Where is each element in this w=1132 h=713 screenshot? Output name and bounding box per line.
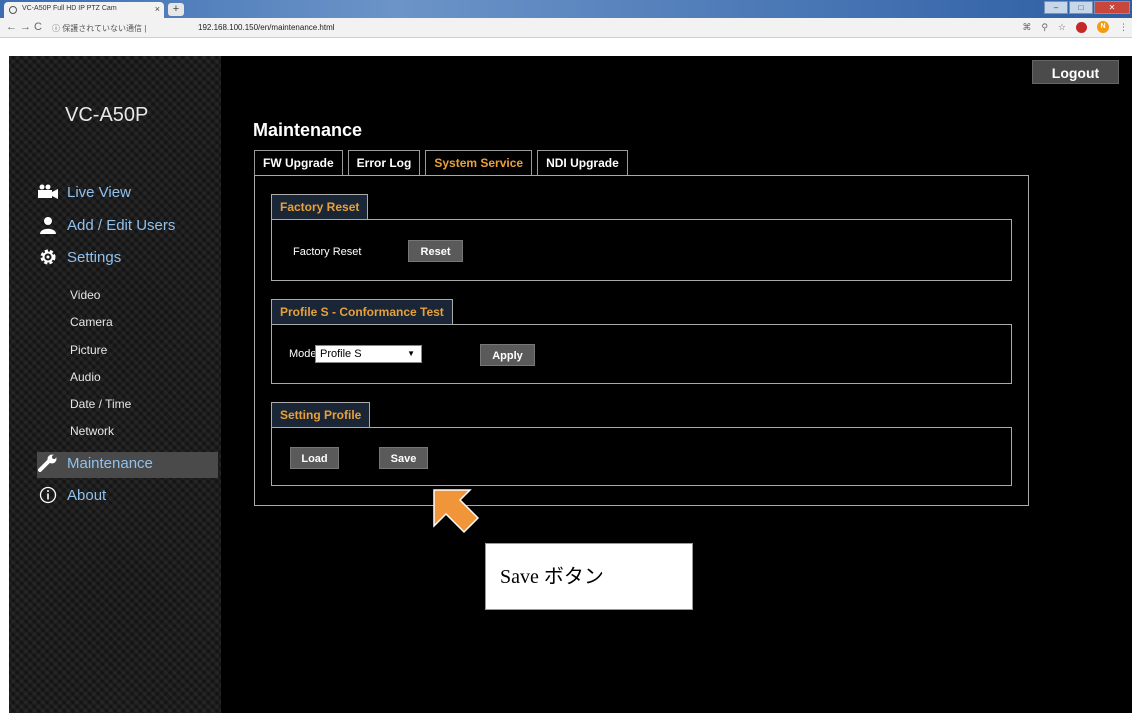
sidebar-item-label: Settings xyxy=(67,248,122,266)
tab-ndi-upgrade[interactable]: NDI Upgrade xyxy=(537,150,628,175)
sidebar-subitem-audio[interactable]: Audio xyxy=(70,370,101,384)
reload-icon[interactable]: C xyxy=(34,21,42,33)
sidebar-item-maintenance[interactable]: Maintenance xyxy=(37,454,153,472)
sidebar-subitem-camera[interactable]: Camera xyxy=(70,315,113,329)
sidebar-subitem-network[interactable]: Network xyxy=(70,424,114,438)
extension-icon[interactable] xyxy=(1076,21,1087,33)
maintenance-tabs: FW Upgrade Error Log System Service NDI … xyxy=(254,150,628,175)
annotation-arrow-icon xyxy=(433,489,480,534)
mode-select-value: Profile S xyxy=(320,348,362,360)
sidebar-item-label: About xyxy=(67,486,107,504)
sidebar-item-label: Add / Edit Users xyxy=(67,216,176,234)
window-controls: – □ ✕ xyxy=(1044,1,1130,14)
sidebar-item-label: Live View xyxy=(67,183,131,201)
tab-fw-upgrade[interactable]: FW Upgrade xyxy=(254,150,343,175)
minimize-button[interactable]: – xyxy=(1044,1,1068,14)
tab-error-log[interactable]: Error Log xyxy=(347,150,421,175)
window-close-button[interactable]: ✕ xyxy=(1094,1,1130,14)
sidebar-item-settings[interactable]: Settings xyxy=(37,248,121,266)
sidebar-subitem-video[interactable]: Video xyxy=(70,288,100,302)
setting-profile-section-title: Setting Profile xyxy=(271,402,371,428)
save-button[interactable]: Save xyxy=(379,447,428,469)
app-viewport: VC-A50P Live View Add / Edit Users Setti… xyxy=(9,56,1132,713)
new-tab-button[interactable]: + xyxy=(168,3,184,16)
page-title: Maintenance xyxy=(253,120,363,140)
security-label: 保護されていない通信 xyxy=(62,24,142,33)
forward-icon[interactable]: → xyxy=(20,21,31,33)
mode-label: Mode xyxy=(289,348,317,360)
bookmark-star-icon[interactable]: ☆ xyxy=(1058,22,1066,33)
brand-title: VC-A50P xyxy=(65,104,149,126)
conformance-section-title: Profile S - Conformance Test xyxy=(271,299,453,325)
translate-icon[interactable]: ⌘ xyxy=(1022,22,1031,33)
browser-extensions: ⌘ ⚲ ☆ N ⋮ xyxy=(1022,21,1128,33)
sidebar-item-label: Maintenance xyxy=(67,454,153,472)
factory-reset-label: Factory Reset xyxy=(293,246,362,258)
annotation-callout: Save ボタン xyxy=(485,543,693,610)
gear-icon xyxy=(37,248,59,266)
tab-close-button[interactable]: × xyxy=(155,4,160,14)
browser-tab-strip: VC-A50P Full HD IP PTZ Cam × + – □ ✕ xyxy=(0,0,1132,18)
factory-reset-section-title: Factory Reset xyxy=(271,194,369,220)
security-indicator[interactable]: ⓘ 保護されていない通信 | xyxy=(52,23,146,34)
sidebar-item-live-view[interactable]: Live View xyxy=(37,183,131,201)
mode-select[interactable]: Profile S ▼ xyxy=(315,345,422,363)
factory-reset-section xyxy=(271,219,1012,281)
profile-avatar[interactable]: N xyxy=(1097,21,1109,33)
dropdown-arrow-icon: ▼ xyxy=(407,349,415,358)
sidebar-item-about[interactable]: About xyxy=(37,486,106,504)
video-camera-icon xyxy=(37,183,59,201)
menu-icon[interactable]: ⋮ xyxy=(1119,22,1128,33)
url-field[interactable]: 192.168.100.150/en/maintenance.html xyxy=(198,23,335,32)
tab-system-service[interactable]: System Service xyxy=(425,150,533,175)
sidebar-subitem-date-time[interactable]: Date / Time xyxy=(70,397,131,411)
browser-tab[interactable]: VC-A50P Full HD IP PTZ Cam × xyxy=(4,2,164,18)
maximize-button[interactable]: □ xyxy=(1069,1,1093,14)
sidebar-item-users[interactable]: Add / Edit Users xyxy=(37,216,175,234)
user-icon xyxy=(37,216,59,234)
sidebar: VC-A50P Live View Add / Edit Users Setti… xyxy=(9,56,221,713)
reset-button[interactable]: Reset xyxy=(408,240,463,262)
info-icon xyxy=(37,486,59,504)
logout-button[interactable]: Logout xyxy=(1032,60,1119,84)
globe-icon xyxy=(9,6,17,14)
apply-button[interactable]: Apply xyxy=(480,344,535,366)
sidebar-subitem-picture[interactable]: Picture xyxy=(70,343,107,357)
wrench-icon xyxy=(37,454,59,472)
zoom-icon[interactable]: ⚲ xyxy=(1041,22,1048,33)
browser-tab-title: VC-A50P Full HD IP PTZ Cam xyxy=(22,5,117,12)
back-icon[interactable]: ← xyxy=(6,21,17,33)
address-bar: ← → C ⓘ 保護されていない通信 | 192.168.100.150/en/… xyxy=(0,18,1132,38)
load-button[interactable]: Load xyxy=(290,447,339,469)
